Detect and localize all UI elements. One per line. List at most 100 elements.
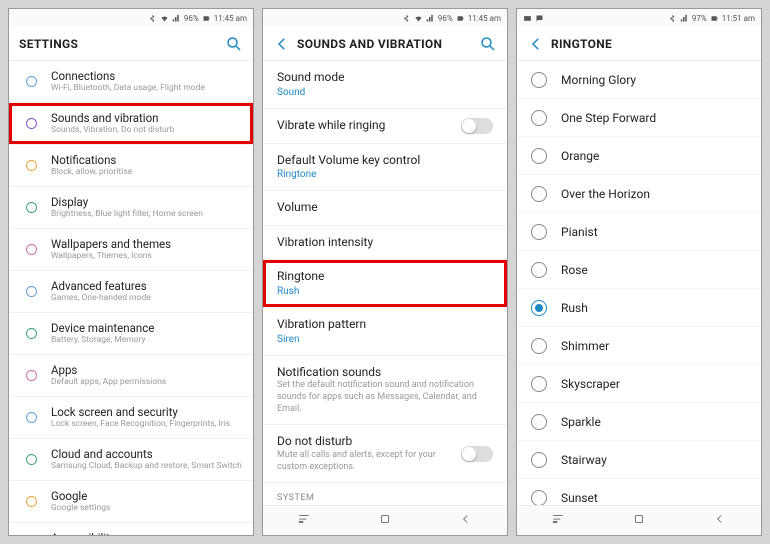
- back-nav-button[interactable]: [713, 511, 727, 530]
- search-button[interactable]: [479, 35, 497, 53]
- ringtone-rush[interactable]: Rush: [517, 289, 761, 327]
- radio-button[interactable]: [531, 376, 547, 392]
- settings-row-google[interactable]: GoogleGoogle settings: [9, 481, 253, 523]
- sv-row-volume[interactable]: Volume: [263, 191, 507, 226]
- settings-row-advanced-features[interactable]: Advanced featuresGames, One-handed mode: [9, 271, 253, 313]
- row-sub: Google settings: [51, 503, 243, 514]
- ringtone-list[interactable]: Morning GloryOne Step Forward Orange Over …: [517, 61, 761, 505]
- row-sub: Games, One-handed mode: [51, 293, 243, 304]
- sv-row-vibration-pattern[interactable]: Vibration patternSiren: [263, 308, 507, 356]
- ringtone-skyscraper[interactable]: Skyscraper: [517, 365, 761, 403]
- radio-button[interactable]: [531, 414, 547, 430]
- radio-button[interactable]: [531, 300, 547, 316]
- radio-button[interactable]: [531, 72, 547, 88]
- ringtone-over-the-horizon[interactable]: Over the Horizon: [517, 175, 761, 213]
- ringtone-one-step-forward[interactable]: One Step Forward: [517, 99, 761, 137]
- settings-row-wallpapers-and-themes[interactable]: Wallpapers and themesWallpapers, Themes,…: [9, 229, 253, 271]
- radio-button[interactable]: [531, 186, 547, 202]
- nav-bar: [263, 505, 507, 535]
- bluetooth-icon: [668, 14, 677, 23]
- radio-button[interactable]: [531, 148, 547, 164]
- row-icon: [19, 116, 43, 131]
- row-label: Do not disturb: [277, 434, 461, 450]
- row-icon: [19, 242, 43, 257]
- back-button[interactable]: [273, 35, 291, 53]
- appbar: RINGTONE: [517, 27, 761, 61]
- settings-row-sounds-and-vibration[interactable]: Sounds and vibrationSounds, Vibration, D…: [9, 103, 253, 145]
- row-icon: [19, 368, 43, 383]
- settings-row-cloud-and-accounts[interactable]: Cloud and accountsSamsung Cloud, Backup …: [9, 439, 253, 481]
- row-value: Rush: [277, 285, 493, 298]
- row-label: Vibration pattern: [277, 317, 493, 333]
- sv-row-vibrate-while-ringing[interactable]: Vibrate while ringing: [263, 109, 507, 144]
- nav-bar: [517, 505, 761, 535]
- phone-ringtone: 97% 11:51 am RINGTONE Morning GloryOne S…: [516, 8, 762, 536]
- phone-settings: 96% 11:45 am SETTINGS ConnectionsWi-Fi, …: [8, 8, 254, 536]
- row-label: Sound mode: [277, 70, 493, 86]
- back-button[interactable]: [527, 35, 545, 53]
- home-button[interactable]: [632, 511, 646, 530]
- ringtone-rose[interactable]: Rose: [517, 251, 761, 289]
- ringtone-label: Pianist: [561, 225, 598, 239]
- signal-icon: [680, 14, 689, 23]
- settings-row-accessibility[interactable]: AccessibilityVision, Hearing, Dexterity …: [9, 523, 253, 535]
- row-sub: Mute all calls and alerts, except for yo…: [277, 450, 461, 473]
- ringtone-pianist[interactable]: Pianist: [517, 213, 761, 251]
- ringtone-label: Skyscraper: [561, 377, 620, 391]
- wifi-icon: [414, 14, 423, 23]
- settings-row-device-maintenance[interactable]: Device maintenanceBattery, Storage, Memo…: [9, 313, 253, 355]
- row-sub: Block, allow, prioritise: [51, 167, 243, 178]
- signal-icon: [426, 14, 435, 23]
- settings-row-display[interactable]: DisplayBrightness, Blue light filter, Ho…: [9, 187, 253, 229]
- ringtone-label: Orange: [561, 149, 599, 163]
- sv-row-do-not-disturb[interactable]: Do not disturbMute all calls and alerts,…: [263, 425, 507, 483]
- search-button[interactable]: [225, 35, 243, 53]
- battery-pct: 97%: [692, 14, 707, 23]
- page-title: RINGTONE: [551, 37, 751, 51]
- toggle-switch[interactable]: [461, 118, 493, 134]
- toggle-switch[interactable]: [461, 446, 493, 462]
- recents-button[interactable]: [551, 511, 565, 530]
- row-sub: Battery, Storage, Memory: [51, 335, 243, 346]
- back-nav-button[interactable]: [459, 511, 473, 530]
- message-icon: [535, 14, 544, 23]
- ringtone-morning-glory[interactable]: Morning Glory: [517, 61, 761, 99]
- row-icon: [19, 200, 43, 215]
- battery-icon: [202, 14, 211, 23]
- ringtone-shimmer[interactable]: Shimmer: [517, 327, 761, 365]
- row-label: Volume: [277, 200, 493, 216]
- ringtone-stairway[interactable]: Stairway: [517, 441, 761, 479]
- settings-row-apps[interactable]: AppsDefault apps, App permissions: [9, 355, 253, 397]
- settings-list[interactable]: ConnectionsWi-Fi, Bluetooth, Data usage,…: [9, 61, 253, 535]
- radio-button[interactable]: [531, 110, 547, 126]
- ringtone-label: Sunset: [561, 491, 598, 505]
- radio-button[interactable]: [531, 490, 547, 506]
- radio-button[interactable]: [531, 262, 547, 278]
- settings-row-connections[interactable]: ConnectionsWi-Fi, Bluetooth, Data usage,…: [9, 61, 253, 103]
- radio-button[interactable]: [531, 338, 547, 354]
- ringtone-sunset[interactable]: Sunset: [517, 479, 761, 505]
- page-title: SOUNDS AND VIBRATION: [297, 37, 479, 51]
- sv-row-sound-mode[interactable]: Sound modeSound: [263, 61, 507, 109]
- home-button[interactable]: [378, 511, 392, 530]
- settings-row-lock-screen-and-security[interactable]: Lock screen and securityLock screen, Fac…: [9, 397, 253, 439]
- radio-button[interactable]: [531, 452, 547, 468]
- row-value: Sound: [277, 86, 493, 99]
- sv-row-ringtone[interactable]: RingtoneRush: [263, 260, 507, 308]
- battery-icon: [456, 14, 465, 23]
- bluetooth-icon: [402, 14, 411, 23]
- ringtone-orange[interactable]: Orange: [517, 137, 761, 175]
- recents-button[interactable]: [297, 511, 311, 530]
- row-label: Cloud and accounts: [51, 447, 243, 461]
- sounds-list[interactable]: Sound modeSoundVibrate while ringingDefa…: [263, 61, 507, 505]
- radio-button[interactable]: [531, 224, 547, 240]
- sv-row-notification-sounds[interactable]: Notification soundsSet the default notif…: [263, 356, 507, 426]
- row-value: Ringtone: [277, 168, 493, 181]
- sv-row-vibration-intensity[interactable]: Vibration intensity: [263, 226, 507, 261]
- ringtone-label: Shimmer: [561, 339, 609, 353]
- sv-row-default-volume-key-control[interactable]: Default Volume key controlRingtone: [263, 144, 507, 192]
- row-label: Apps: [51, 363, 243, 377]
- ringtone-sparkle[interactable]: Sparkle: [517, 403, 761, 441]
- settings-row-notifications[interactable]: NotificationsBlock, allow, prioritise: [9, 145, 253, 187]
- row-sub: Samsung Cloud, Backup and restore, Smart…: [51, 461, 243, 472]
